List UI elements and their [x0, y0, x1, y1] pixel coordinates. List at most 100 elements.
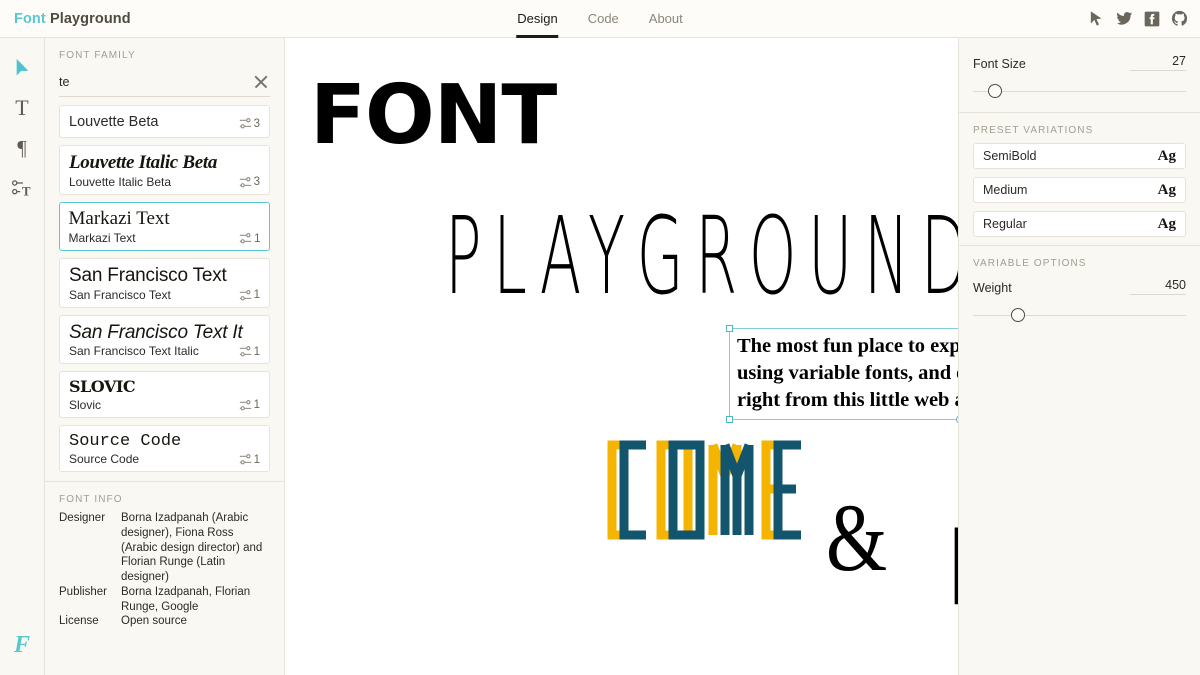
app-body: T ¶ T F Font Family — [0, 38, 1200, 675]
font-info-row: License Open source — [59, 614, 270, 629]
font-info-table: Designer Borna Izadpanah (Arabic designe… — [45, 511, 284, 629]
properties-panel: Font Size 27 Preset Variations SemiBold … — [958, 38, 1200, 675]
font-info-value: Borna Izadpanah (Arabic designer), Fiona… — [121, 511, 270, 585]
canvas-textbox-paragraph[interactable]: The most fun place to experiment with la… — [729, 328, 958, 420]
font-card-preview: San Francisco Text — [69, 265, 260, 287]
font-card-name: Louvette Beta — [69, 114, 159, 130]
text-tool[interactable]: T — [6, 91, 38, 125]
font-info-section: Font Info Designer Borna Izadpanah (Arab… — [45, 481, 284, 675]
font-axes-value: 1 — [254, 289, 260, 301]
font-info-section-title: Font Info — [45, 482, 284, 511]
close-icon[interactable] — [252, 73, 270, 91]
weight-axis-value[interactable]: 450 — [1130, 278, 1186, 295]
preset-variations-section: Preset Variations SemiBold Ag Medium Ag … — [959, 113, 1200, 245]
font-info-key: License — [59, 614, 121, 629]
brand-word-playground: Playground — [50, 11, 131, 27]
font-card-louvette-beta[interactable]: Louvette Beta 3 — [59, 105, 270, 138]
font-info-key: Publisher — [59, 585, 121, 614]
app-root: Font Playground Design Code About — [0, 0, 1200, 675]
github-icon[interactable] — [1171, 10, 1188, 27]
resize-handle-top-left[interactable] — [726, 325, 733, 332]
font-axes-count: 1 — [239, 399, 260, 412]
font-axes-count: 3 — [239, 117, 260, 130]
font-size-slider-knob[interactable] — [988, 84, 1002, 98]
font-info-key: Designer — [59, 511, 121, 585]
font-card-name: San Francisco Text — [69, 288, 171, 302]
paragraph-tool[interactable]: ¶ — [6, 131, 38, 165]
variable-axis-tool[interactable]: T — [6, 171, 38, 205]
font-card-name: Source Code — [69, 452, 139, 466]
font-family-list: Louvette Beta 3 Louvette Italic Beta Lou… — [45, 105, 284, 479]
font-card-san-francisco-text-italic[interactable]: San Francisco Text It San Francisco Text… — [59, 315, 270, 365]
variable-options-title: Variable Options — [959, 246, 1200, 276]
svg-text:T: T — [22, 184, 31, 198]
font-card-name: San Francisco Text Italic — [69, 344, 199, 358]
social-links — [1088, 10, 1188, 27]
font-axes-value: 1 — [254, 454, 260, 466]
font-info-row: Publisher Borna Izadpanah, Florian Runge… — [59, 585, 270, 614]
font-card-preview: Source Code — [69, 432, 260, 452]
font-axes-count: 1 — [239, 345, 260, 358]
canvas-text-come[interactable] — [603, 436, 803, 544]
weight-axis-label: Weight — [973, 281, 1012, 295]
facebook-icon[interactable] — [1144, 11, 1160, 27]
font-family-section-title: Font Family — [45, 38, 284, 67]
tab-code[interactable]: Code — [573, 0, 634, 38]
font-card-name: Slovic — [69, 398, 101, 412]
font-card-source-code[interactable]: Source Code Source Code 1 — [59, 425, 270, 473]
font-family-panel: Font Family Louvette Beta 3 Lou — [45, 38, 285, 675]
brand-logo-icon[interactable]: F — [0, 632, 44, 659]
font-card-preview: Markazi Text — [69, 208, 261, 230]
weight-axis-slider-knob[interactable] — [1011, 308, 1025, 322]
cursor-icon[interactable] — [1088, 10, 1105, 27]
preset-variations-list: SemiBold Ag Medium Ag Regular Ag — [959, 143, 1200, 237]
preset-row-semibold[interactable]: SemiBold Ag — [973, 143, 1186, 169]
font-axes-count: 1 — [239, 232, 260, 245]
font-card-preview: San Francisco Text It — [69, 322, 260, 344]
font-card-markazi-text[interactable]: Markazi Text Markazi Text 1 — [59, 202, 270, 251]
preset-name: Medium — [983, 183, 1027, 197]
font-search-input[interactable] — [59, 75, 252, 89]
weight-axis-slider[interactable] — [973, 308, 1186, 322]
canvas-text-playground[interactable]: PLAYGROUND — [445, 203, 958, 310]
twitter-icon[interactable] — [1116, 10, 1133, 27]
font-info-value: Open source — [121, 614, 270, 629]
font-size-value[interactable]: 27 — [1130, 54, 1186, 71]
canvas-paragraph-text: The most fun place to experiment with la… — [730, 329, 958, 414]
font-info-row: Designer Borna Izadpanah (Arabic designe… — [59, 511, 270, 585]
font-card-san-francisco-text[interactable]: San Francisco Text San Francisco Text 1 — [59, 258, 270, 308]
select-tool[interactable] — [6, 51, 38, 85]
font-card-preview: SLOVIC — [69, 378, 260, 396]
resize-handle-bottom-left[interactable] — [726, 416, 733, 423]
font-axes-count: 1 — [239, 453, 260, 466]
preset-name: SemiBold — [983, 149, 1037, 163]
font-axes-count: 3 — [239, 176, 260, 189]
preset-row-regular[interactable]: Regular Ag — [973, 211, 1186, 237]
brand-word-font: Font — [14, 11, 46, 27]
tab-about[interactable]: About — [634, 0, 698, 38]
preset-sample: Ag — [1158, 182, 1176, 199]
font-card-name: Markazi Text — [69, 231, 136, 245]
design-canvas[interactable]: FONT PLAYGROUND The most fun place to ex… — [285, 38, 958, 675]
font-card-louvette-italic-beta[interactable]: Louvette Italic Beta Louvette Italic Bet… — [59, 145, 270, 195]
preset-name: Regular — [983, 217, 1027, 231]
canvas-text-font[interactable]: FONT — [310, 75, 556, 157]
main-nav: Design Code About — [502, 0, 698, 38]
canvas-text-ampersand[interactable]: & — [826, 490, 887, 586]
preset-sample: Ag — [1158, 148, 1176, 165]
canvas-text-play[interactable]: Play — [945, 516, 958, 621]
app-header: Font Playground Design Code About — [0, 0, 1200, 38]
left-toolbar: T ¶ T F — [0, 38, 45, 675]
preset-row-medium[interactable]: Medium Ag — [973, 177, 1186, 203]
font-axes-value: 1 — [254, 233, 260, 245]
font-card-preview: Louvette Italic Beta — [69, 152, 260, 174]
rotate-handle-bottom-center[interactable] — [956, 415, 959, 424]
font-axes-count: 1 — [239, 289, 260, 302]
font-axes-value: 3 — [254, 176, 260, 188]
font-card-slovic[interactable]: SLOVIC Slovic 1 — [59, 371, 270, 417]
variable-axis-weight: Weight 450 — [959, 276, 1200, 336]
tab-design[interactable]: Design — [502, 0, 572, 38]
font-size-slider[interactable] — [973, 84, 1186, 98]
font-card-name: Louvette Italic Beta — [69, 175, 171, 189]
app-brand: Font Playground — [14, 11, 131, 27]
